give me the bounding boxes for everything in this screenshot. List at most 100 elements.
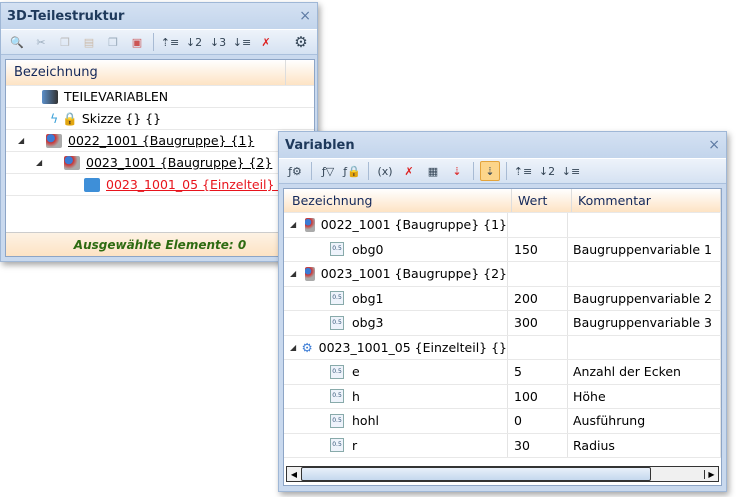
value-cell[interactable]: 150 [508,237,568,261]
comment-cell[interactable]: Baugruppenvariable 1 [568,237,721,261]
window-title: 3D-Teilestruktur [7,8,125,24]
title-bar[interactable]: Variablen × [279,132,726,158]
variables-table: Bezeichnung Wert Kommentar ◢ 0022_1001 {B… [283,188,722,486]
sketch-icon: ϟ [50,111,59,126]
scroll-left-icon[interactable]: ◀ [287,470,301,479]
expand-icon[interactable]: ◢ [290,343,296,352]
filter-formula-icon[interactable]: ƒ▽ [318,161,338,181]
name-cell: 0.5 hohl [284,409,508,433]
value-cell[interactable]: 0 [508,409,568,433]
part-icon [84,177,100,192]
value-cell [508,262,568,286]
sort-2-icon[interactable]: ↓2 [184,32,204,52]
paste-special-icon[interactable]: ❐ [103,32,123,52]
variable-icon: 0.5 [330,389,344,404]
sort-2-icon[interactable]: ↓2 [537,161,557,181]
import-icon[interactable]: ⇣ [447,161,467,181]
variable-icon: 0.5 [330,413,344,428]
variable-row[interactable]: 0.5 hohl 0 Ausführung [284,409,721,434]
comment-cell[interactable]: Ausführung [568,409,721,433]
formula-table-icon[interactable]: ▦ [423,161,443,181]
value-cell[interactable]: 100 [508,384,568,408]
variable-row[interactable]: 0.5 h 100 Höhe [284,384,721,409]
clear-sort-icon[interactable]: ✗ [256,32,276,52]
expand-all-icon[interactable]: ↓≡ [232,32,252,52]
paste-icon[interactable]: ▤ [79,32,99,52]
comment-cell[interactable]: Baugruppenvariable 3 [568,311,721,335]
comment-cell[interactable]: Höhe [568,384,721,408]
tree-item[interactable]: 0023_1001_05 {Einzelteil} {} [6,174,314,196]
name-cell: 0.5 h [284,384,508,408]
expand-icon[interactable]: ◢ [18,136,30,145]
toolbar: ƒ⚙ ƒ▽ ƒ🔒 (x) ✗ ▦ ⇣ ⇣ ⇡≡ ↓2 ↓≡ [279,158,726,184]
tree-header[interactable]: Bezeichnung [6,60,314,86]
expand-all-icon[interactable]: ↓≡ [561,161,581,181]
database-icon [42,89,58,104]
name-cell: 0.5 obg3 [284,311,508,335]
tree-item[interactable]: TEILEVARIABLEN [6,86,314,108]
toolbar: 🔍 ✂ ❐ ▤ ❐ ▣ ⇡≡ ↓2 ↓3 ↓≡ ✗ ⚙ [1,29,317,55]
column-kommentar[interactable]: Kommentar [572,189,721,212]
value-cell[interactable]: 200 [508,286,568,310]
group-cell: ◢ 0022_1001 {Baugruppe} {1} [284,213,508,237]
horizontal-scrollbar[interactable]: ◀ ▶ [286,466,719,482]
column-bezeichnung[interactable]: Bezeichnung [284,189,512,212]
window-title: Variablen [285,137,355,153]
close-icon[interactable]: × [708,137,720,153]
formula-settings-icon[interactable]: ƒ⚙ [285,161,305,181]
teilestruktur-window: 3D-Teilestruktur × 🔍 ✂ ❐ ▤ ❐ ▣ ⇡≡ ↓2 ↓3 ↓… [0,2,318,262]
separator [506,162,507,180]
value-cell[interactable]: 300 [508,311,568,335]
variable-icon[interactable]: (x) [375,161,395,181]
variable-icon: 0.5 [330,242,344,257]
expand-icon[interactable]: ◢ [290,220,297,229]
comment-cell[interactable]: Anzahl der Ecken [568,360,721,384]
paste-insert-icon[interactable]: ▣ [127,32,147,52]
tree-item[interactable]: ◢ 0022_1001 {Baugruppe} {1} [6,130,314,152]
variable-row[interactable]: 0.5 obg1 200 Baugruppenvariable 2 [284,286,721,311]
close-icon[interactable]: × [299,8,311,24]
group-row[interactable]: ◢ 0023_1001 {Baugruppe} {2} [284,262,721,287]
table-header: Bezeichnung Wert Kommentar [284,189,721,213]
expand-icon[interactable]: ◢ [36,158,48,167]
separator [153,33,154,51]
export-toggle-icon[interactable]: ⇣ [480,161,500,181]
assembly-icon [304,217,315,232]
scroll-thumb[interactable] [301,467,651,481]
copy-icon[interactable]: ❐ [55,32,75,52]
variable-row[interactable]: 0.5 obg0 150 Baugruppenvariable 1 [284,237,721,262]
comment-cell[interactable]: Radius [568,433,721,457]
variable-row[interactable]: 0.5 obg3 300 Baugruppenvariable 3 [284,311,721,336]
variable-icon: 0.5 [330,364,344,379]
magnifier-icon[interactable]: 🔍 [7,32,27,52]
expand-level-1-icon[interactable]: ⇡≡ [513,161,533,181]
comment-cell[interactable]: Baugruppenvariable 2 [568,286,721,310]
gear-icon: ⚙ [301,339,313,355]
variable-row[interactable]: 0.5 e 5 Anzahl der Ecken [284,360,721,385]
group-row[interactable]: ◢ ⚙ 0023_1001_05 {Einzelteil} {} [284,335,721,360]
group-row[interactable]: ◢ 0022_1001 {Baugruppe} {1} [284,213,721,238]
tree-panel: Bezeichnung TEILEVARIABLEN ϟ 🔒 Skizze {} {… [5,59,315,257]
scroll-right-icon[interactable]: ▶ [704,469,718,479]
variable-row[interactable]: 0.5 r 30 Radius [284,433,721,458]
tree-item[interactable]: ϟ 🔒 Skizze {} {} [6,108,314,130]
scissors-icon[interactable]: ✂ [31,32,51,52]
variable-icon: 0.5 [330,315,344,330]
delete-formula-icon[interactable]: ✗ [399,161,419,181]
assembly-icon [304,266,315,281]
value-cell [508,213,568,237]
column-bezeichnung[interactable]: Bezeichnung [6,60,286,85]
group-cell: ◢ ⚙ 0023_1001_05 {Einzelteil} {} [284,335,508,359]
filter-lock-icon[interactable]: ƒ🔒 [342,161,362,181]
expand-icon[interactable]: ◢ [290,269,297,278]
tree-item[interactable]: ◢ 0023_1001 {Baugruppe} {2} [6,152,314,174]
gear-icon[interactable]: ⚙ [291,32,311,52]
comment-cell [568,335,721,359]
name-cell: 0.5 obg1 [284,286,508,310]
value-cell[interactable]: 5 [508,360,568,384]
title-bar[interactable]: 3D-Teilestruktur × [1,3,317,29]
expand-level-1-icon[interactable]: ⇡≡ [160,32,180,52]
value-cell[interactable]: 30 [508,433,568,457]
column-wert[interactable]: Wert [512,189,572,212]
sort-3-icon[interactable]: ↓3 [208,32,228,52]
